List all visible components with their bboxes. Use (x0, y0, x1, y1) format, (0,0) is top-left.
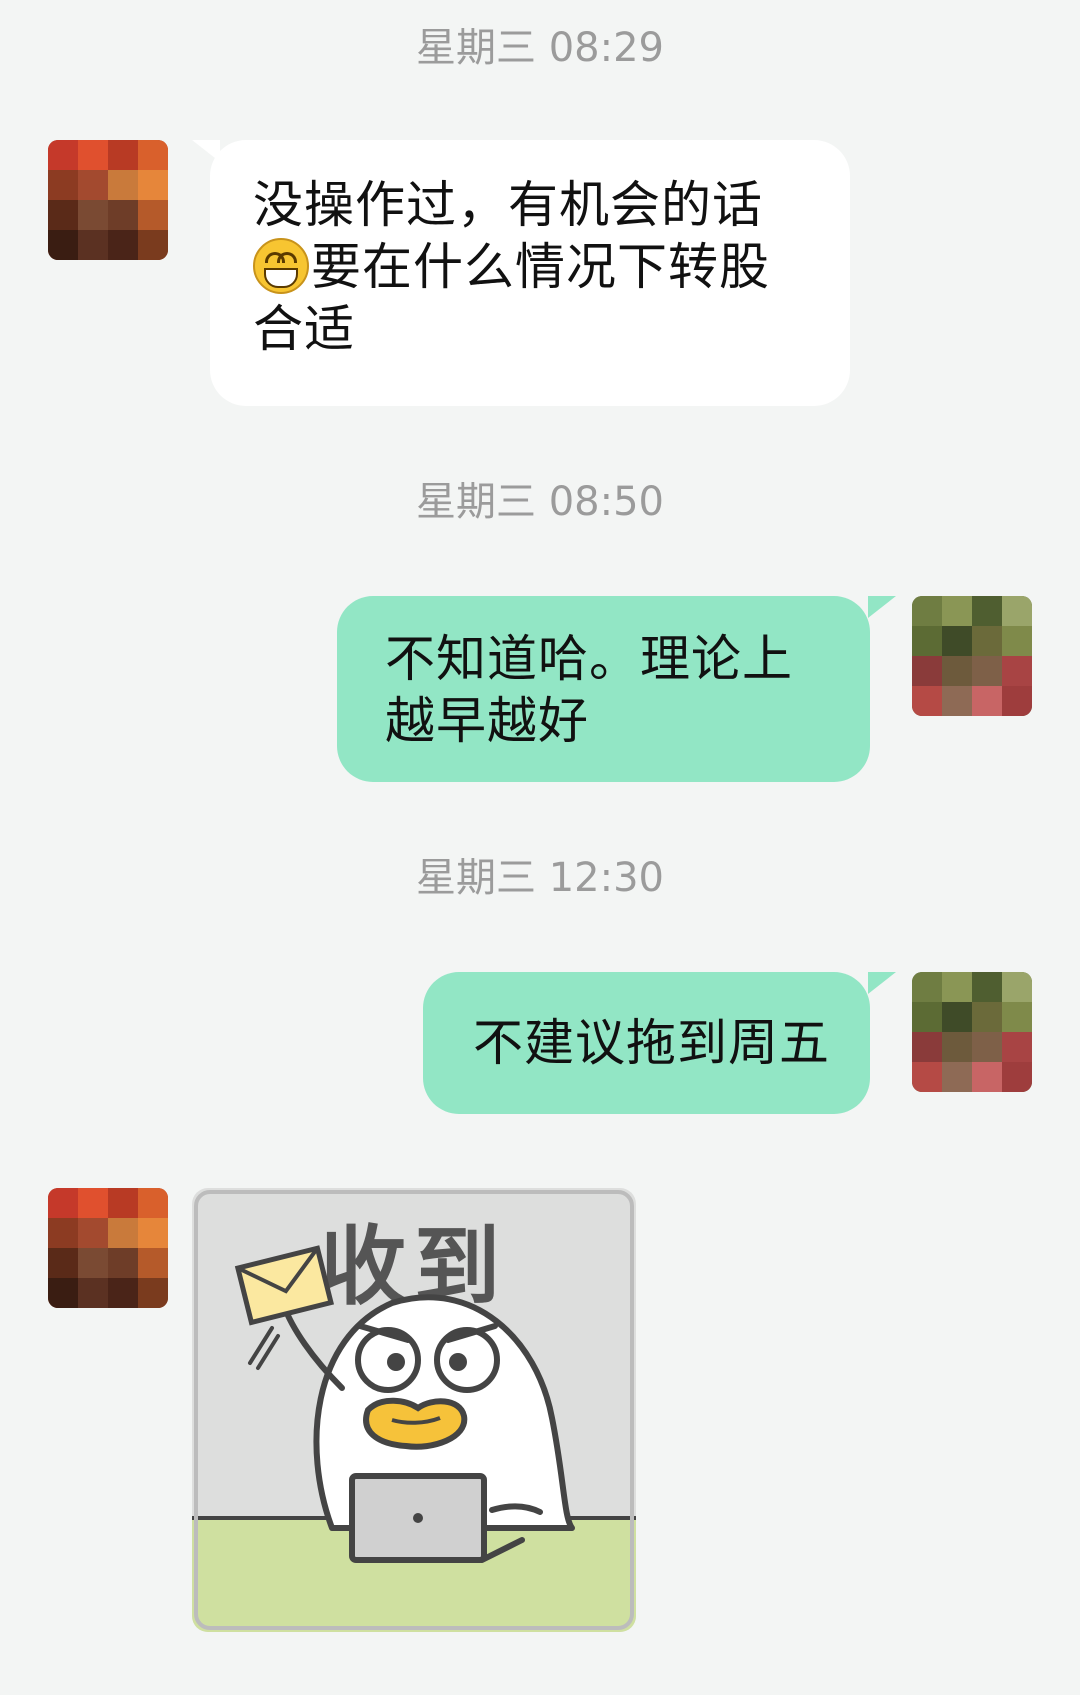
message-line: 不知道哈。理论上 (385, 630, 793, 688)
duck-sticker-icon (192, 1190, 636, 1632)
grinning-face-emoji-icon (253, 238, 309, 294)
outgoing-message[interactable]: 不建议拖到周五 (423, 972, 870, 1114)
message-line: 没操作过，有机会的话 (253, 176, 763, 234)
contact-avatar[interactable] (48, 1188, 168, 1308)
message-line: 要在什么情况下转股 (253, 236, 810, 298)
message-line: 不建议拖到周五 (473, 1014, 830, 1072)
timestamp: 星期三 08:29 (416, 25, 664, 71)
my-avatar[interactable] (912, 972, 1032, 1092)
bubble-tail (868, 596, 896, 618)
message-line: 越早越好 (385, 692, 589, 750)
contact-avatar[interactable] (48, 140, 168, 260)
bubble-tail (868, 972, 896, 994)
message-line-text: 要在什么情况下转股 (311, 238, 770, 296)
my-avatar[interactable] (912, 596, 1032, 716)
outgoing-message[interactable]: 不知道哈。理论上 越早越好 (337, 596, 870, 782)
sticker-message[interactable]: 收到 (192, 1188, 636, 1632)
message-line: 合适 (253, 300, 355, 358)
incoming-message[interactable]: 没操作过，有机会的话 要在什么情况下转股 合适 (210, 140, 850, 406)
timestamp: 星期三 12:30 (416, 855, 664, 901)
timestamp: 星期三 08:50 (416, 479, 664, 525)
